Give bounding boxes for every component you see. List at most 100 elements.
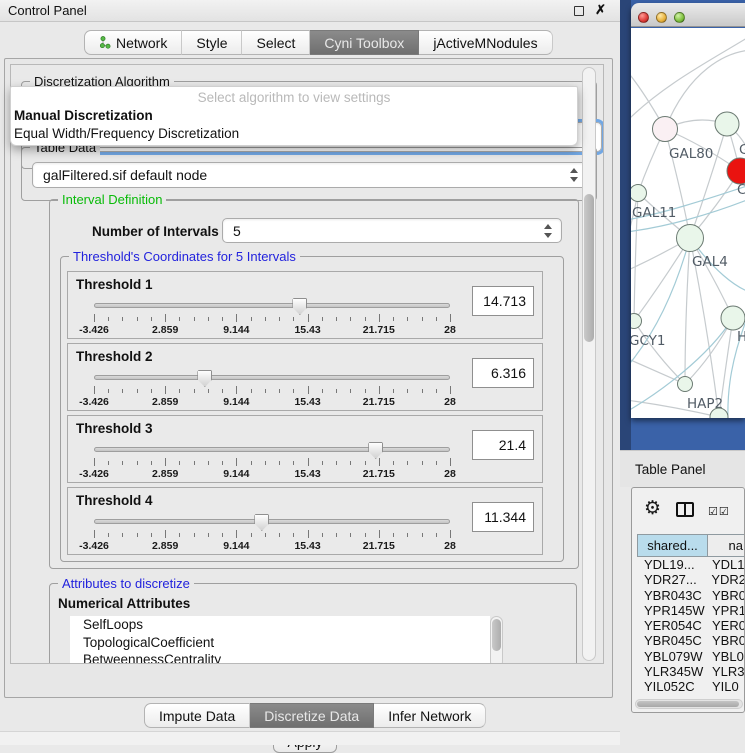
number-of-intervals-combobox[interactable]: 5	[222, 218, 562, 243]
numerical-attributes-list[interactable]: SelfLoopsTopologicalCoefficientBetweenne…	[70, 616, 490, 664]
slider-track[interactable]	[94, 519, 450, 524]
gear-icon[interactable]: ⚙	[644, 497, 661, 519]
zoom-traffic-light-icon[interactable]	[674, 12, 685, 23]
cell-name[interactable]: YLR3	[707, 664, 745, 679]
table-row[interactable]: YLR345WYLR3	[637, 664, 745, 679]
slider-track[interactable]	[94, 375, 450, 380]
network-edge[interactable]	[634, 321, 685, 384]
node-label: GAL80	[669, 146, 713, 162]
columns-icon[interactable]	[676, 502, 694, 517]
column-header-name[interactable]: na	[708, 535, 745, 556]
cell-shared-name[interactable]: YPR145W	[637, 603, 707, 618]
settings-scrollbar[interactable]	[582, 67, 596, 661]
tab-impute-data[interactable]: Impute Data	[144, 703, 250, 728]
node-label: H	[737, 329, 745, 345]
cell-shared-name[interactable]: YER054C	[637, 618, 707, 633]
slider-thumb[interactable]	[197, 370, 212, 387]
network-node-ga[interactable]	[715, 112, 739, 136]
settings-scrollbar-thumb[interactable]	[584, 194, 594, 342]
threshold-value-field[interactable]: 11.344	[472, 502, 534, 532]
dropdown-option-manual-discretization[interactable]: Manual Discretization	[11, 106, 577, 124]
threshold-slider[interactable]: -3.4262.8599.14415.4321.71528	[94, 514, 450, 552]
table-header-row: shared... na	[637, 534, 745, 557]
close-icon[interactable]: ✗	[595, 2, 606, 18]
node-table[interactable]: shared... na YDL19...YDL1YDR27...YDR2YBR…	[637, 534, 745, 696]
network-edge[interactable]	[634, 238, 690, 321]
cell-shared-name[interactable]: YDR27...	[637, 572, 706, 587]
network-node-gal11[interactable]	[631, 185, 647, 202]
cell-name[interactable]: YBL0	[707, 649, 745, 664]
network-node-hap2[interactable]	[678, 377, 693, 392]
slider-thumb[interactable]	[292, 298, 307, 315]
cell-name[interactable]: YDL1	[707, 557, 745, 572]
cell-shared-name[interactable]: YBL079W	[637, 649, 707, 664]
table-row[interactable]: YDL19...YDL1	[637, 557, 745, 572]
attribute-item-selfloops[interactable]: SelfLoops	[70, 616, 490, 634]
tab-jactivemnodules[interactable]: jActiveMNodules	[419, 30, 552, 55]
table-row[interactable]: YBR043CYBR0	[637, 588, 745, 603]
threshold-value-field[interactable]: 6.316	[472, 358, 534, 388]
table-hscrollbar[interactable]	[635, 699, 743, 709]
table-row[interactable]: YPR145WYPR1	[637, 603, 745, 618]
attributes-scrollbar-thumb[interactable]	[492, 619, 501, 651]
attribute-item-topologicalcoefficient[interactable]: TopologicalCoefficient	[70, 634, 490, 652]
slider-thumb[interactable]	[254, 514, 269, 531]
network-edge[interactable]	[685, 238, 690, 384]
network-node-gal80[interactable]	[653, 117, 678, 142]
attributes-scrollbar[interactable]	[490, 616, 503, 664]
tab-cyni-toolbox[interactable]: Cyni Toolbox	[310, 30, 419, 55]
network-edge[interactable]	[631, 358, 685, 384]
network-canvas[interactable]: GAL80GACGAL11GAL4GCY1HHAP2	[631, 28, 745, 418]
tab-label: Style	[196, 35, 227, 51]
table-row[interactable]: YBL079WYBL0	[637, 649, 745, 664]
cell-shared-name[interactable]: YIL052C	[637, 679, 707, 694]
tab-select[interactable]: Select	[242, 30, 310, 55]
close-traffic-light-icon[interactable]	[638, 12, 649, 23]
slider-tick-labels: -3.4262.8599.14415.4321.71528	[94, 396, 450, 408]
minimize-traffic-light-icon[interactable]	[656, 12, 667, 23]
network-edge[interactable]	[690, 124, 727, 238]
cell-name[interactable]: YPR1	[707, 603, 745, 618]
table-row[interactable]: YDR27...YDR2	[637, 572, 745, 587]
network-edge[interactable]	[631, 38, 745, 123]
slider-track[interactable]	[94, 447, 450, 452]
cell-shared-name[interactable]: YLR345W	[637, 664, 707, 679]
cell-shared-name[interactable]: YBR045C	[637, 633, 707, 648]
table-hscrollbar-thumb[interactable]	[637, 701, 739, 707]
attribute-item-betweennesscentrality[interactable]: BetweennessCentrality	[70, 651, 490, 664]
threshold-slider[interactable]: -3.4262.8599.14415.4321.71528	[94, 442, 450, 480]
cell-name[interactable]: YIL0	[707, 679, 745, 694]
cell-shared-name[interactable]: YDL19...	[637, 557, 707, 572]
network-node-c[interactable]	[727, 158, 745, 184]
tab-style[interactable]: Style	[182, 30, 242, 55]
network-node-gal4[interactable]	[677, 225, 704, 252]
threshold-slider[interactable]: -3.4262.8599.14415.4321.71528	[94, 298, 450, 336]
cell-shared-name[interactable]: YBR043C	[637, 588, 707, 603]
column-header-shared-name[interactable]: shared...	[638, 535, 708, 556]
number-of-intervals-value: 5	[233, 223, 241, 239]
table-data-combobox[interactable]: galFiltered.sif default node	[32, 162, 588, 188]
slider-thumb[interactable]	[368, 442, 383, 459]
threshold-value-field[interactable]: 21.4	[472, 430, 534, 460]
tab-discretize-data[interactable]: Discretize Data	[250, 703, 374, 728]
tab-infer-network[interactable]: Infer Network	[374, 703, 486, 728]
threshold-label: Threshold 4	[76, 493, 153, 508]
table-row[interactable]: YBR045CYBR0	[637, 633, 745, 648]
select-all-checkbox-icon[interactable]: ☑☑	[708, 505, 730, 518]
threshold-slider[interactable]: -3.4262.8599.14415.4321.71528	[94, 370, 450, 408]
slider-track[interactable]	[94, 303, 450, 308]
cell-name[interactable]: YBR0	[707, 633, 745, 648]
table-row[interactable]: YER054CYER0	[637, 618, 745, 633]
network-node-h[interactable]	[721, 306, 745, 330]
dropdown-option-equal-width-frequency-discretization[interactable]: Equal Width/Frequency Discretization	[11, 124, 577, 142]
cell-name[interactable]: YDR2	[706, 572, 745, 587]
network-node-gcy1[interactable]	[631, 314, 642, 329]
network-view-window[interactable]: GAL80GACGAL11GAL4GCY1HHAP2	[631, 3, 745, 418]
tab-network[interactable]: Network	[84, 30, 182, 55]
table-row[interactable]: YIL052CYIL0	[637, 679, 745, 694]
cell-name[interactable]: YBR0	[707, 588, 745, 603]
threshold-value-field[interactable]: 14.713	[472, 286, 534, 316]
network-window-titlebar[interactable]	[631, 3, 745, 27]
cell-name[interactable]: YER0	[707, 618, 745, 633]
float-window-icon[interactable]	[574, 6, 584, 16]
